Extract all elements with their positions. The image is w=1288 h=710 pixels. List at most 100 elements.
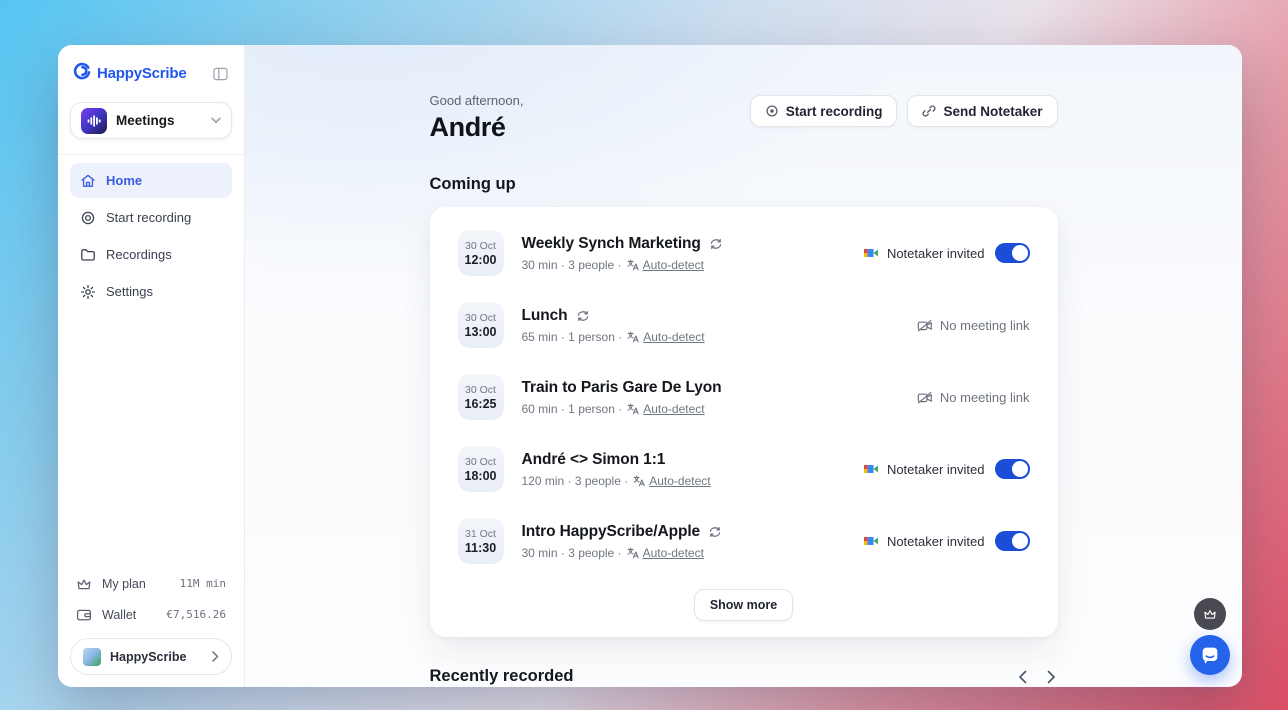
google-meet-icon	[863, 245, 879, 261]
date-badge: 31 Oct11:30	[458, 518, 504, 564]
send-notetaker-button[interactable]: Send Notetaker	[907, 95, 1057, 127]
no-link-status: No meeting link	[917, 318, 1030, 333]
desktop-background: HappyScribe	[0, 0, 1288, 710]
greeting-text: Good afternoon,	[430, 93, 524, 108]
recurring-icon	[708, 526, 722, 538]
auto-detect-link[interactable]: Auto-detect	[627, 546, 704, 560]
show-more-button[interactable]: Show more	[694, 589, 793, 621]
translate-icon	[627, 331, 639, 343]
sidebar-item-start-recording[interactable]: Start recording	[70, 200, 232, 235]
gear-icon	[80, 284, 96, 300]
wallet-row[interactable]: Wallet €7,516.26	[70, 599, 232, 630]
meeting-meta: 120 min · 3 people ·	[522, 474, 629, 488]
recently-recorded-title: Recently recorded	[430, 667, 574, 686]
notetaker-toggle[interactable]	[995, 531, 1030, 551]
link-icon	[922, 104, 936, 118]
my-plan-row[interactable]: My plan 11M min	[70, 568, 232, 599]
translate-icon	[633, 475, 645, 487]
recurring-icon	[576, 310, 590, 322]
home-icon	[80, 173, 96, 189]
sidebar-collapse-icon[interactable]	[211, 65, 230, 83]
app-window: HappyScribe	[58, 45, 1242, 687]
sidebar-item-label: Home	[106, 173, 142, 188]
sidebar-item-recordings[interactable]: Recordings	[70, 237, 232, 272]
translate-icon	[627, 547, 639, 559]
notetaker-status: Notetaker invited	[863, 459, 1030, 479]
meeting-row[interactable]: 30 Oct16:25 Train to Paris Gare De Lyon …	[458, 361, 1030, 433]
product-switcher[interactable]: Meetings	[70, 102, 232, 139]
start-recording-button[interactable]: Start recording	[750, 95, 898, 127]
meeting-meta: 65 min · 1 person ·	[522, 330, 623, 344]
record-icon	[80, 210, 96, 226]
sidebar-item-settings[interactable]: Settings	[70, 274, 232, 309]
google-meet-icon	[863, 533, 879, 549]
auto-detect-link[interactable]: Auto-detect	[627, 258, 704, 272]
crown-icon	[76, 576, 92, 592]
sidebar-nav: Home Start recording	[70, 163, 232, 309]
meeting-title: Weekly Synch Marketing	[522, 235, 701, 253]
video-off-icon	[917, 390, 932, 405]
upgrade-crown-button[interactable]	[1194, 598, 1226, 630]
date-badge: 30 Oct16:25	[458, 374, 504, 420]
main-area: Good afternoon, André Start recording	[245, 45, 1242, 687]
translate-icon	[627, 259, 639, 271]
date-badge: 30 Oct13:00	[458, 302, 504, 348]
wallet-icon	[76, 607, 92, 623]
folder-icon	[80, 247, 96, 263]
coming-up-title: Coming up	[430, 175, 1058, 194]
wallet-label: Wallet	[102, 608, 136, 622]
meeting-row[interactable]: 30 Oct18:00 André <> Simon 1:1 120 min ·…	[458, 433, 1030, 505]
date-badge: 30 Oct12:00	[458, 230, 504, 276]
meeting-row[interactable]: 30 Oct12:00 Weekly Synch Marketing 30 mi…	[458, 217, 1030, 289]
chat-bubble-icon	[1199, 644, 1221, 666]
sidebar-item-label: Recordings	[106, 247, 172, 262]
meeting-title: Lunch	[522, 307, 568, 325]
happyscribe-logo-icon	[72, 61, 92, 86]
chat-widget-button[interactable]	[1190, 635, 1230, 675]
recurring-icon	[709, 238, 723, 250]
meeting-row[interactable]: 30 Oct13:00 Lunch 65 min · 1 person ·	[458, 289, 1030, 361]
coming-up-card: 30 Oct12:00 Weekly Synch Marketing 30 mi…	[430, 207, 1058, 637]
notetaker-toggle[interactable]	[995, 243, 1030, 263]
workspace-label: HappyScribe	[110, 650, 203, 664]
meetings-waveform-icon	[81, 108, 107, 134]
auto-detect-link[interactable]: Auto-detect	[633, 474, 710, 488]
product-switcher-label: Meetings	[116, 113, 202, 128]
notetaker-status: Notetaker invited	[863, 243, 1030, 263]
video-off-icon	[917, 318, 932, 333]
happyscribe-logo: HappyScribe	[72, 61, 187, 86]
crown-icon	[1203, 607, 1217, 621]
meeting-meta: 30 min · 3 people ·	[522, 546, 622, 560]
sidebar: HappyScribe	[58, 45, 245, 687]
meeting-title: Train to Paris Gare De Lyon	[522, 379, 722, 397]
no-link-status: No meeting link	[917, 390, 1030, 405]
chevron-right-icon	[212, 651, 219, 662]
google-meet-icon	[863, 461, 879, 477]
sidebar-item-label: Start recording	[106, 210, 191, 225]
date-badge: 30 Oct18:00	[458, 446, 504, 492]
notetaker-status: Notetaker invited	[863, 531, 1030, 551]
sidebar-divider	[58, 154, 244, 155]
carousel-next-icon[interactable]	[1045, 668, 1058, 686]
meeting-meta: 60 min · 1 person ·	[522, 402, 623, 416]
wallet-balance-value: €7,516.26	[166, 608, 226, 621]
sidebar-item-home[interactable]: Home	[70, 163, 232, 198]
auto-detect-link[interactable]: Auto-detect	[627, 402, 704, 416]
meeting-title: André <> Simon 1:1	[522, 451, 666, 469]
workspace-avatar	[83, 648, 101, 666]
carousel-prev-icon[interactable]	[1016, 668, 1029, 686]
sidebar-item-label: Settings	[106, 284, 153, 299]
meeting-row[interactable]: 31 Oct11:30 Intro HappyScribe/Apple 30 m…	[458, 505, 1030, 577]
brand-name: HappyScribe	[97, 65, 187, 82]
meeting-meta: 30 min · 3 people ·	[522, 258, 622, 272]
auto-detect-link[interactable]: Auto-detect	[627, 330, 704, 344]
chevron-down-icon	[211, 117, 221, 124]
notetaker-toggle[interactable]	[995, 459, 1030, 479]
meeting-title: Intro HappyScribe/Apple	[522, 523, 701, 541]
user-name: André	[430, 112, 524, 143]
translate-icon	[627, 403, 639, 415]
my-plan-label: My plan	[102, 577, 146, 591]
workspace-switcher[interactable]: HappyScribe	[70, 638, 232, 675]
record-icon	[765, 104, 779, 118]
plan-minutes-value: 11M min	[180, 577, 226, 590]
